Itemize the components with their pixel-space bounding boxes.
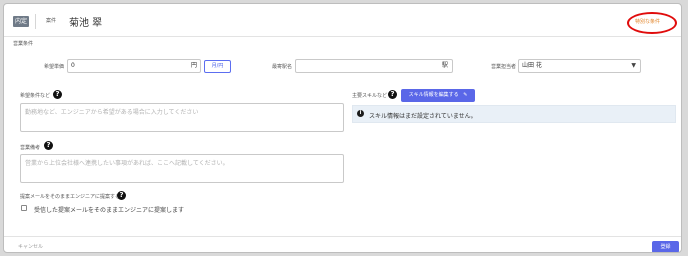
info-icon: i <box>357 110 364 117</box>
edit-skills-label: スキル情報を編集する <box>408 92 459 98</box>
status-badge: 内定 <box>13 16 30 27</box>
header-sub-label: 案件 <box>46 18 57 24</box>
hope-conditions-textarea[interactable]: 勤務地など、エンジニアから希望がある場合に入力してください <box>20 103 344 132</box>
help-icon[interactable]: ? <box>388 90 397 99</box>
price-unit: 円 <box>190 62 197 69</box>
proposal-mail-checkbox[interactable] <box>21 205 27 211</box>
sales-notes-label: 営業備考 <box>20 145 41 151</box>
edit-skills-button[interactable]: スキル情報を編集する ✎ <box>401 89 475 102</box>
station-label: 最寄駅名 <box>272 64 293 70</box>
sales-person-select[interactable]: 山田 花 ▼ <box>518 59 641 73</box>
hope-conditions-label: 希望条件など <box>20 93 51 99</box>
station-input[interactable]: 駅 <box>295 59 453 73</box>
cancel-button[interactable]: キャンセル <box>18 243 43 250</box>
person-name: 菊池 翠 <box>69 18 103 29</box>
sales-notes-textarea[interactable]: 営業から上位会社様へ連携したい事項があれば、ここへ記載してください。 <box>20 154 344 183</box>
sales-person-label: 営業担当者 <box>491 64 517 70</box>
price-label: 希望単価 <box>44 64 65 70</box>
sales-person-value: 山田 花 <box>522 62 542 69</box>
unit-toggle-button[interactable]: 月/円 <box>204 60 231 73</box>
pencil-icon: ✎ <box>463 92 468 98</box>
footer-divider <box>4 236 681 237</box>
modal-header: 内定 案件 菊池 翠 特別な条件 <box>4 4 681 37</box>
chevron-down-icon: ▼ <box>631 62 636 69</box>
price-value: 0 <box>71 62 75 69</box>
price-input[interactable]: 0 円 <box>67 59 201 73</box>
skills-info-box: i スキル情報はまだ設定されていません。 <box>352 105 676 123</box>
highlight-circle <box>627 12 677 34</box>
proposal-mail-checkbox-label[interactable]: 受信した提案メールをそのままエンジニアに提案します <box>34 205 184 214</box>
section-title: 営業条件 <box>13 41 34 47</box>
header-divider <box>35 14 36 29</box>
skills-label: 主要スキルなど <box>352 93 388 99</box>
station-suffix: 駅 <box>441 62 448 69</box>
skills-empty-message: スキル情報はまだ設定されていません。 <box>369 113 477 120</box>
submit-button[interactable]: 登録 <box>652 241 679 252</box>
help-icon[interactable]: ? <box>117 191 126 200</box>
proposal-mail-label: 提案メールをそのままエンジニアに提案する <box>20 194 121 200</box>
help-icon[interactable]: ? <box>53 90 62 99</box>
help-icon[interactable]: ? <box>44 141 53 150</box>
edit-modal: 内定 案件 菊池 翠 特別な条件 営業条件 希望単価 0 円 月/円 最寄駅名 … <box>3 3 682 253</box>
